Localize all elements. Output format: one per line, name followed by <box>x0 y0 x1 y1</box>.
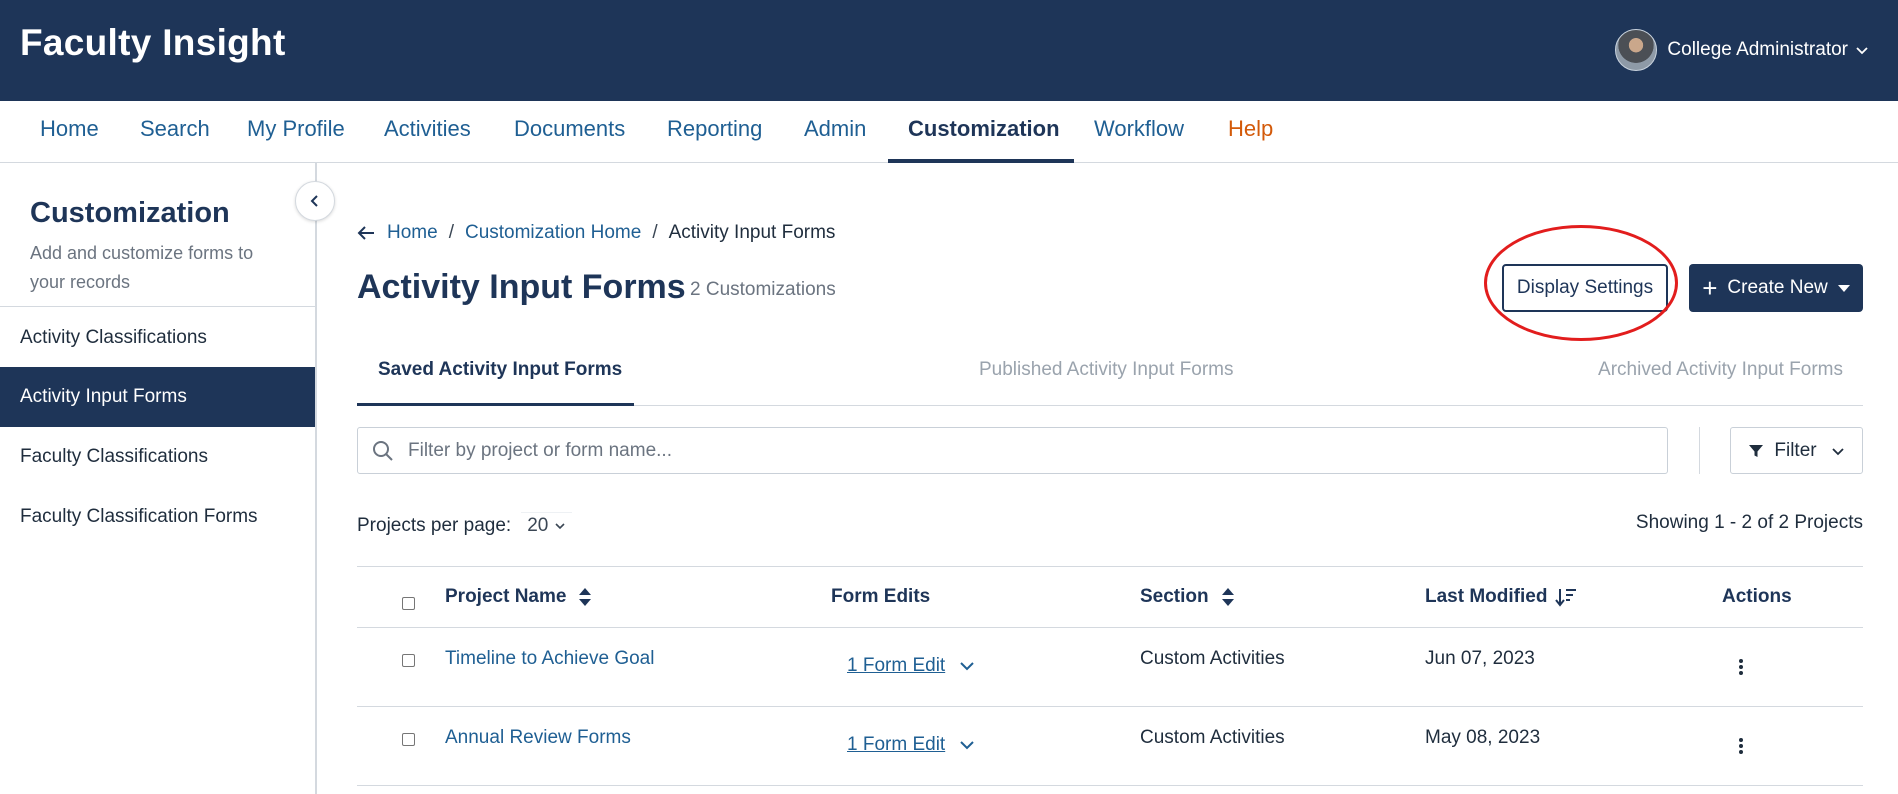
caret-down-icon <box>1837 284 1850 292</box>
toolbar-divider <box>1699 427 1700 474</box>
sidebar-description: Add and customize forms to your records <box>30 243 254 292</box>
column-project-name[interactable]: Project Name <box>445 586 592 608</box>
main-nav: Home Search My Profile Activities Docume… <box>0 101 1898 163</box>
tab-saved[interactable]: Saved Activity Input Forms <box>378 346 622 406</box>
tabs: Saved Activity Input Forms Published Act… <box>357 346 1863 406</box>
project-name-link[interactable]: Annual Review Forms <box>445 727 631 749</box>
filter-label: Filter <box>1774 439 1817 461</box>
breadcrumb: Home / Customization Home / Activity Inp… <box>357 220 835 246</box>
select-all-checkbox[interactable] <box>402 597 415 610</box>
search-icon <box>373 440 393 461</box>
search-box <box>357 427 1668 474</box>
sort-icon <box>1221 588 1234 606</box>
per-page-control: Projects per page: 20 <box>357 512 573 539</box>
form-edits-dropdown[interactable]: 1 Form Edit <box>847 655 975 677</box>
sidebar-divider <box>0 306 315 307</box>
sidebar-item-faculty-classifications[interactable]: Faculty Classifications <box>0 427 315 487</box>
per-page-value: 20 <box>527 515 549 536</box>
per-page-select[interactable]: 20 <box>521 512 573 539</box>
column-form-edits: Form Edits <box>831 586 930 608</box>
nav-workflow[interactable]: Workflow <box>1094 101 1184 163</box>
column-label: Section <box>1140 586 1209 607</box>
top-header: Faculty Insight College Administrator <box>0 0 1898 101</box>
table-row: Timeline to Achieve Goal 1 Form Edit Cus… <box>357 628 1863 707</box>
row-checkbox[interactable] <box>402 733 415 746</box>
tab-archived[interactable]: Archived Activity Input Forms <box>1598 346 1843 406</box>
column-label: Actions <box>1722 586 1792 607</box>
create-new-button[interactable]: + Create New <box>1689 264 1863 312</box>
plus-icon: + <box>1702 273 1718 303</box>
sidebar-item-activity-classifications[interactable]: Activity Classifications <box>0 308 315 368</box>
filter-icon <box>1749 444 1764 457</box>
form-edits-label: 1 Form Edit <box>847 734 946 755</box>
breadcrumb-home[interactable]: Home <box>387 222 438 244</box>
sidebar: Customization Add and customize forms to… <box>0 163 317 794</box>
page-title: Activity Input Forms <box>357 268 686 306</box>
user-menu[interactable]: College Administrator <box>1615 28 1868 72</box>
app-title: Faculty Insight <box>20 22 286 63</box>
avatar <box>1615 29 1658 71</box>
display-settings-button[interactable]: Display Settings <box>1502 264 1668 312</box>
sort-icon <box>579 588 592 606</box>
kebab-icon[interactable] <box>1731 734 1751 758</box>
nav-activities[interactable]: Activities <box>384 101 471 163</box>
results-summary: Showing 1 - 2 of 2 Projects <box>1635 512 1863 533</box>
last-modified-cell: Jun 07, 2023 <box>1425 648 1535 669</box>
chevron-left-icon <box>310 195 318 207</box>
chevron-down-icon <box>1831 447 1844 455</box>
row-checkbox[interactable] <box>402 654 415 667</box>
chevron-down-icon <box>1856 47 1868 55</box>
chevron-down-icon <box>960 662 974 671</box>
nav-search[interactable]: Search <box>140 101 210 163</box>
kebab-icon[interactable] <box>1731 655 1751 679</box>
nav-admin[interactable]: Admin <box>804 101 866 163</box>
last-modified-cell: May 08, 2023 <box>1425 727 1541 748</box>
form-edits-dropdown[interactable]: 1 Form Edit <box>847 734 975 756</box>
sidebar-item-activity-input-forms[interactable]: Activity Input Forms <box>0 367 315 427</box>
column-label: Form Edits <box>831 586 931 607</box>
sidebar-item-faculty-classification-forms[interactable]: Faculty Classification Forms <box>0 487 315 547</box>
projects-table: Project Name Form Edits Section Last Mod… <box>357 566 1863 786</box>
create-new-label: Create New <box>1727 277 1828 298</box>
sort-desc-icon <box>1555 589 1577 607</box>
section-cell: Custom Activities <box>1140 727 1285 748</box>
nav-active-indicator <box>888 159 1074 163</box>
breadcrumb-current: Activity Input Forms <box>668 222 836 243</box>
nav-home[interactable]: Home <box>40 101 99 163</box>
column-last-modified[interactable]: Last Modified <box>1425 586 1577 608</box>
table-header: Project Name Form Edits Section Last Mod… <box>357 566 1863 628</box>
tab-active-indicator <box>357 403 634 406</box>
column-label: Last Modified <box>1425 586 1548 607</box>
customization-count: 2 Customizations <box>690 279 836 300</box>
nav-help[interactable]: Help <box>1228 101 1273 163</box>
arrow-left-icon[interactable] <box>357 225 375 241</box>
nav-customization[interactable]: Customization <box>908 101 1060 163</box>
breadcrumb-separator: / <box>652 222 658 243</box>
breadcrumb-customization-home[interactable]: Customization Home <box>465 222 641 244</box>
filter-button[interactable]: Filter <box>1730 427 1863 474</box>
tab-published[interactable]: Published Activity Input Forms <box>979 346 1234 406</box>
search-input[interactable] <box>408 439 1608 462</box>
user-role-label: College Administrator <box>1667 39 1848 60</box>
column-section[interactable]: Section <box>1140 586 1235 608</box>
column-actions: Actions <box>1722 586 1792 608</box>
chevron-down-icon <box>555 523 565 530</box>
chevron-down-icon <box>960 741 974 750</box>
nav-my-profile[interactable]: My Profile <box>247 101 345 163</box>
table-row: Annual Review Forms 1 Form Edit Custom A… <box>357 707 1863 786</box>
section-cell: Custom Activities <box>1140 648 1285 669</box>
nav-reporting[interactable]: Reporting <box>667 101 762 163</box>
column-label: Project Name <box>445 586 567 607</box>
per-page-label: Projects per page: <box>357 514 512 536</box>
nav-documents[interactable]: Documents <box>514 101 625 163</box>
collapse-sidebar-button[interactable] <box>295 181 335 221</box>
project-name-link[interactable]: Timeline to Achieve Goal <box>445 648 654 670</box>
sidebar-title: Customization <box>30 197 230 229</box>
form-edits-label: 1 Form Edit <box>847 655 946 676</box>
breadcrumb-separator: / <box>448 222 454 243</box>
